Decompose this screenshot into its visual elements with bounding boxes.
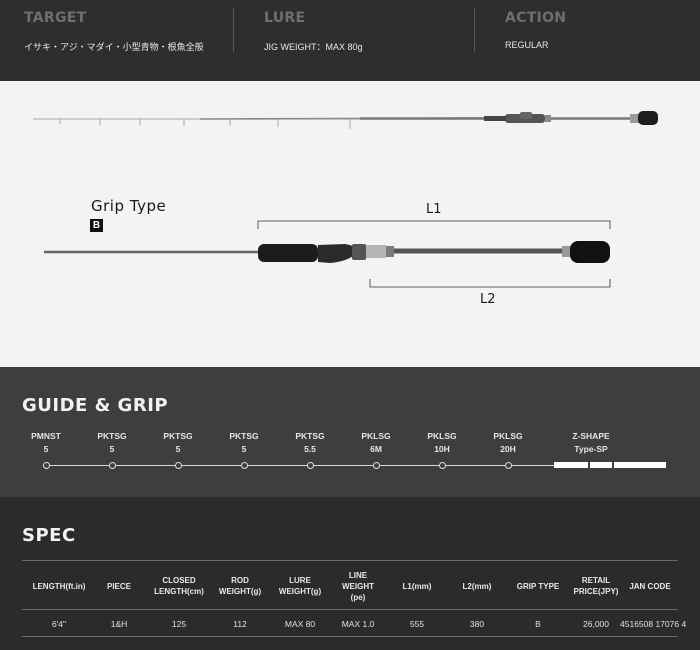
guide-dot — [439, 462, 446, 469]
grip-type-badge: B — [90, 219, 103, 232]
guide-item: PMNST 5 — [31, 431, 61, 454]
spec-cell: 555 — [409, 619, 425, 629]
guide-dot — [43, 462, 50, 469]
spec-header: LURE WEIGHT(g) — [278, 576, 322, 596]
grip-type-label: Grip Type — [91, 197, 167, 215]
guide-item: PKTSG 5 — [229, 431, 259, 454]
guide-dot — [505, 462, 512, 469]
spec-cell: B — [535, 619, 541, 629]
spec-header: L2(mm) — [462, 582, 492, 591]
spec-cell: 380 — [469, 619, 485, 629]
guide-dot — [373, 462, 380, 469]
spec-cell: MAX 1.0 — [341, 619, 375, 629]
spec-divider — [22, 609, 678, 610]
guide-dot — [175, 462, 182, 469]
dimension-l1-label: L1 — [426, 202, 442, 217]
guide-dot — [109, 462, 116, 469]
target-heading: TARGET — [24, 10, 87, 26]
spec-header: JAN CODE — [629, 582, 671, 591]
lure-value: JIG WEIGHT：MAX 80g — [264, 42, 363, 52]
guide-item: PKTSG 5 — [163, 431, 193, 454]
spec-header: ROD WEIGHT(g) — [218, 576, 262, 596]
spec-header: PIECE — [106, 582, 131, 591]
action-heading: ACTION — [505, 10, 567, 26]
guide-grip-title: GUIDE & GRIP — [22, 395, 169, 416]
grip-closeup — [44, 241, 610, 263]
divider — [233, 8, 234, 52]
spec-cell: 26,000 — [583, 619, 609, 629]
grip-item: Z-SHAPE Type-SP — [572, 431, 610, 454]
spec-cell: MAX 80 — [284, 619, 316, 629]
spec-divider — [22, 636, 678, 637]
guide-dot — [307, 462, 314, 469]
info-bar: TARGET イサキ・アジ・マダイ・小型青物・根魚全般 LURE JIG WEI… — [0, 0, 700, 81]
guide-line — [46, 465, 556, 466]
spec-header: CLOSED LENGTH(cm) — [154, 576, 204, 596]
target-value: イサキ・アジ・マダイ・小型青物・根魚全般 — [24, 42, 204, 52]
spec-header: RETAIL PRICE(JPY) — [573, 576, 619, 596]
spec-header: GRIP TYPE — [516, 582, 560, 591]
guide-item: PKLSG 10H — [427, 431, 457, 454]
spec-cell: 1&H — [110, 619, 128, 629]
action-value: REGULAR — [505, 40, 549, 50]
spec-cell: 125 — [171, 619, 187, 629]
full-rod — [33, 111, 658, 129]
spec-header: L1(mm) — [402, 582, 432, 591]
spec-cell: 4516508 17076 4 — [620, 619, 687, 629]
lure-heading: LURE — [264, 10, 306, 26]
guide-item: PKTSG 5 — [97, 431, 127, 454]
spec-cell: 6'4" — [51, 619, 67, 629]
divider — [474, 8, 475, 52]
grip-bar — [614, 462, 666, 468]
spec-cell: 112 — [233, 619, 247, 629]
guide-item: PKTSG 5.5 — [295, 431, 325, 454]
spec-divider — [22, 560, 678, 561]
dimension-l2-label: L2 — [480, 292, 496, 307]
guide-item: PKLSG 6M — [361, 431, 391, 454]
guide-dot — [241, 462, 248, 469]
spec-header: LENGTH(ft.in) — [32, 582, 86, 591]
rod-image-area: Grip Type B L1 L2 — [0, 81, 700, 367]
grip-bar — [554, 462, 588, 468]
rod-illustration — [33, 111, 658, 288]
spec-header: LINE WEIGHT (pe) — [342, 571, 374, 602]
grip-bar — [590, 462, 612, 468]
guide-item: PKLSG 20H — [493, 431, 523, 454]
spec-title: SPEC — [22, 525, 76, 546]
